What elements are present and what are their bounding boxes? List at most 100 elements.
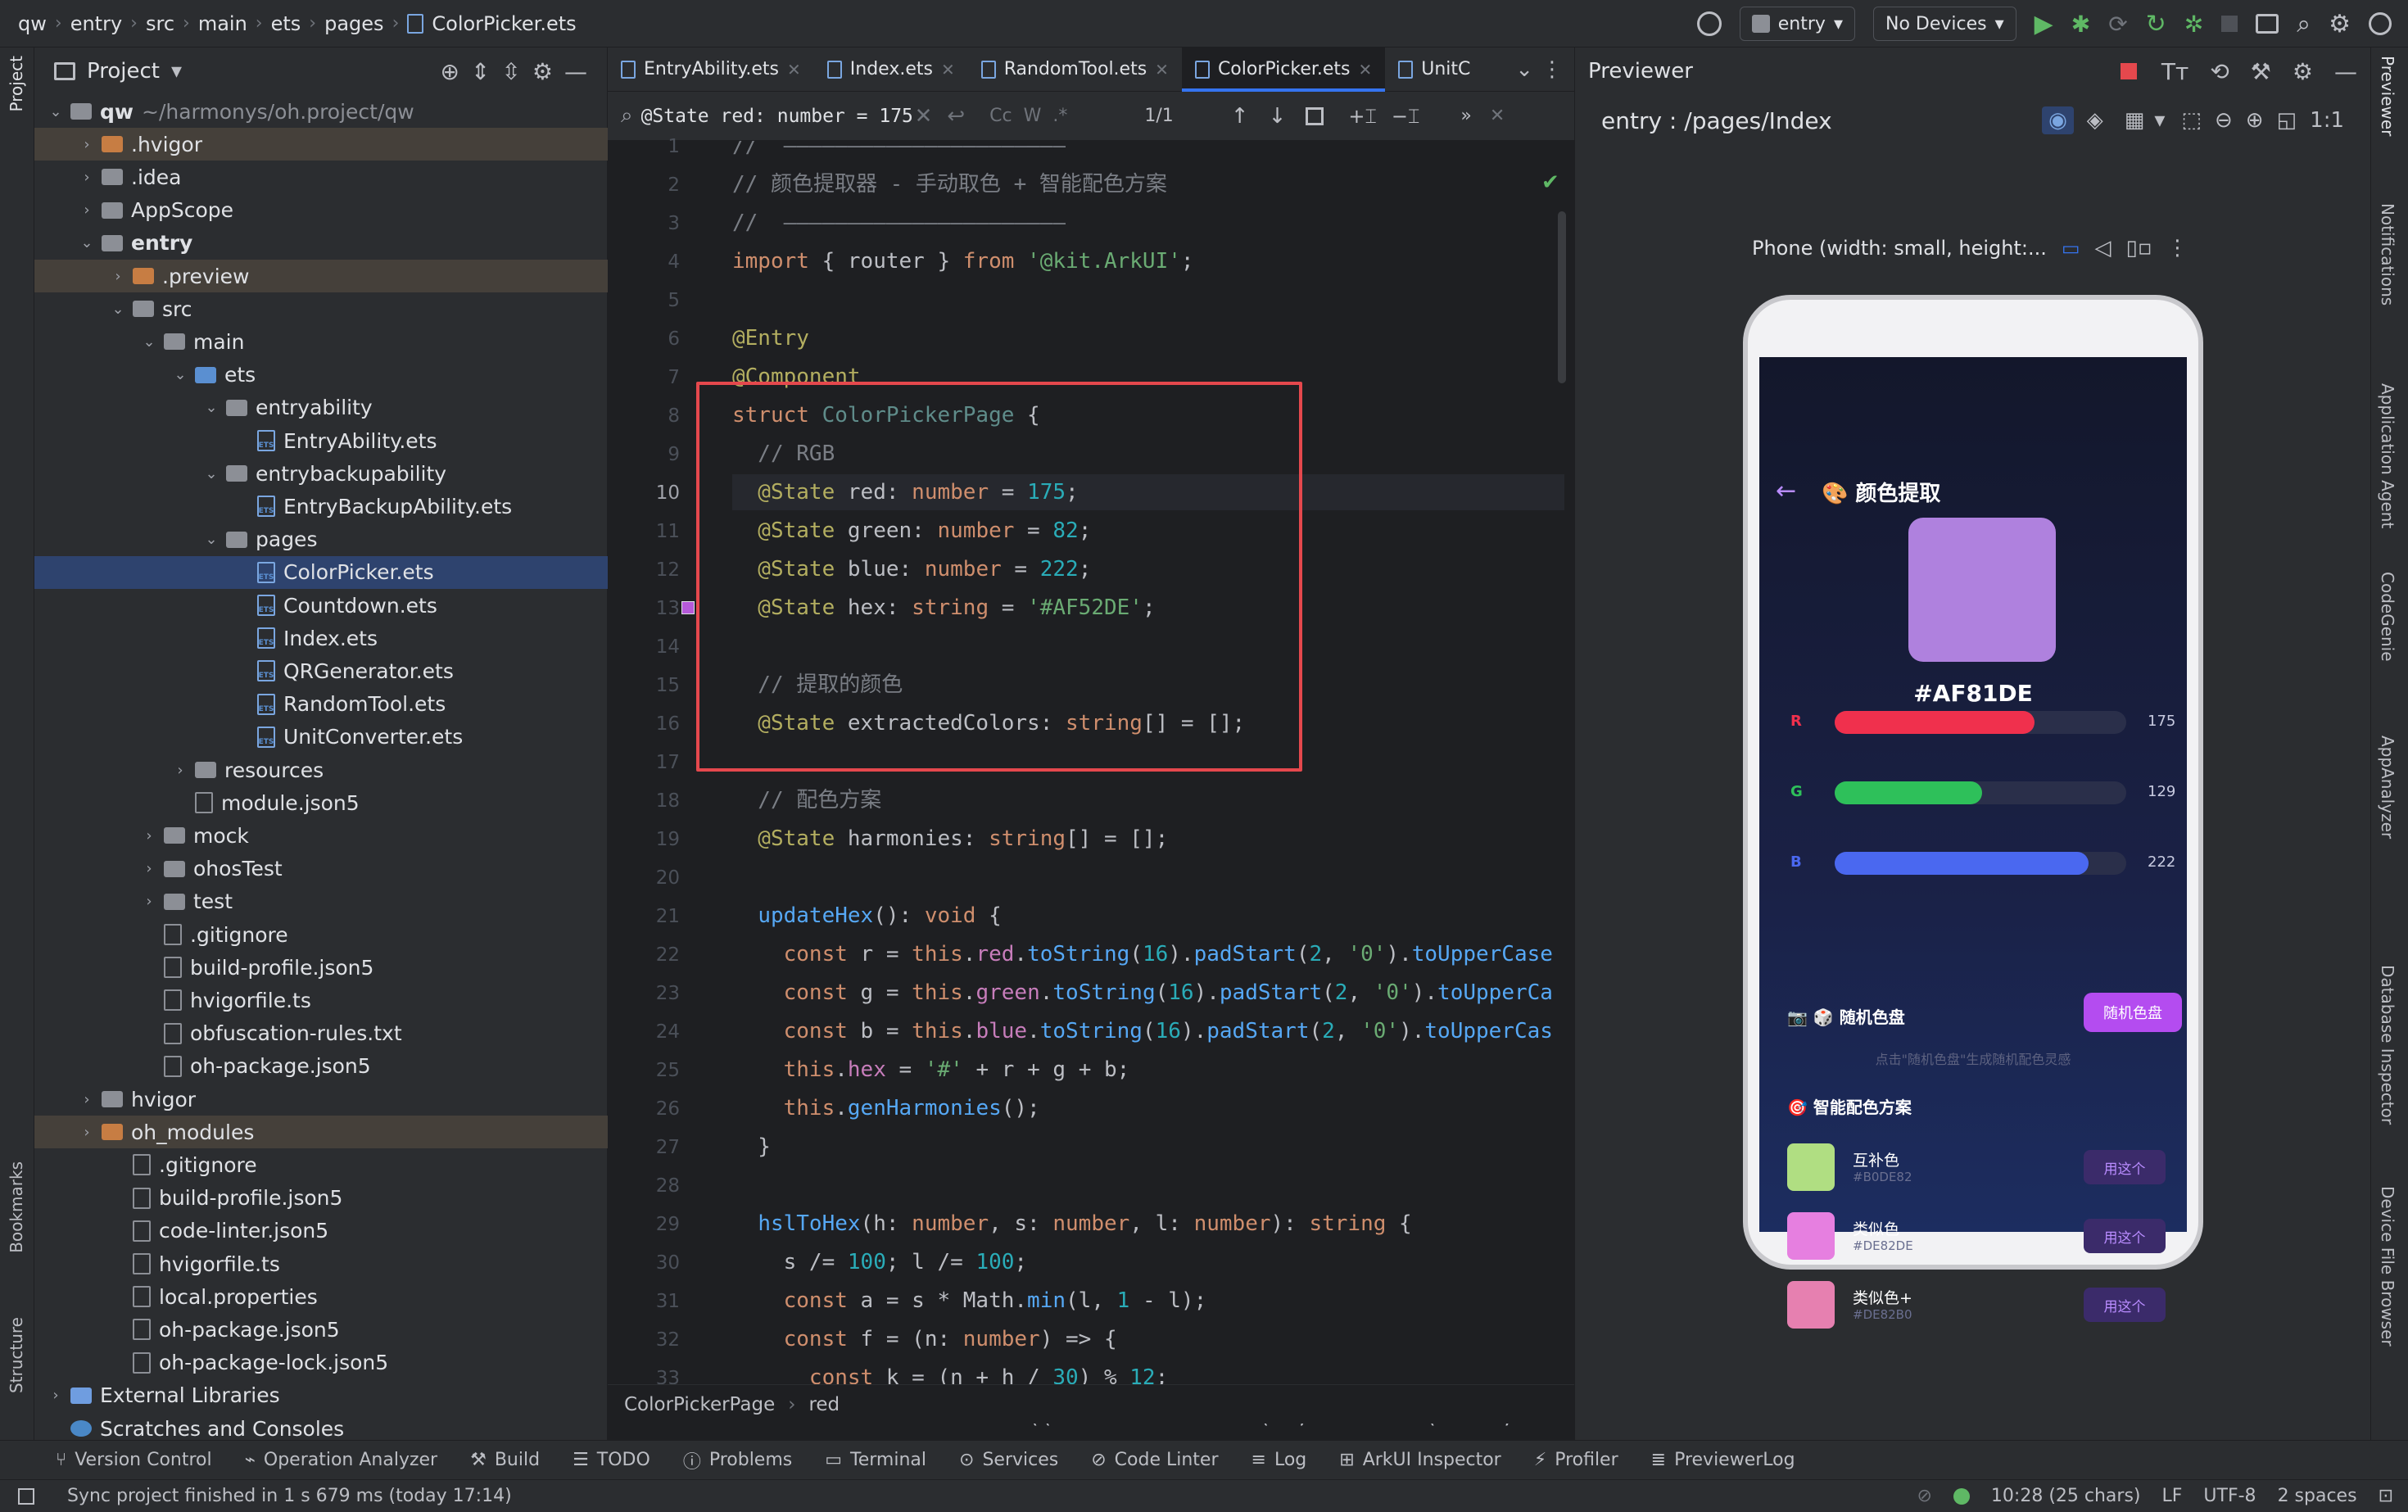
chevron-down-icon[interactable]: ⌄ — [139, 333, 159, 351]
file-encoding[interactable]: UTF-8 — [2203, 1486, 2256, 1506]
chevron-down-icon[interactable]: ⌄ — [201, 465, 221, 482]
multi-device-icon[interactable]: ▯▫ — [2126, 236, 2152, 260]
chevron-down-icon[interactable]: ⌄ — [170, 366, 190, 383]
zoom-out-icon[interactable]: ⊖ — [2215, 108, 2233, 133]
project-panel-title[interactable]: Project — [87, 59, 160, 84]
line-separator[interactable]: LF — [2162, 1486, 2183, 1506]
tree-item[interactable]: › hvigor — [34, 1083, 608, 1116]
chevron-right-icon[interactable]: › — [77, 169, 97, 186]
clear-icon[interactable]: ✕ — [915, 104, 933, 129]
add-occurrence-icon[interactable]: +⌶ — [1348, 105, 1377, 128]
tree-item[interactable]: ⌄ main — [34, 325, 608, 358]
chevron-down-icon[interactable]: ⌄ — [77, 234, 97, 251]
tree-item[interactable]: ETS Index.ets — [34, 622, 608, 654]
tree-item[interactable]: ETS QRGenerator.ets — [34, 654, 608, 687]
application-agent-tool-button[interactable]: Application Agent — [2378, 383, 2397, 528]
tree-item[interactable]: obfuscation-rules.txt — [34, 1017, 608, 1050]
chevron-down-icon[interactable]: ▾ — [2154, 108, 2165, 133]
database-inspector-tool-button[interactable]: Database Inspector — [2378, 965, 2397, 1125]
tree-item[interactable]: ETS EntryAbility.ets — [34, 424, 608, 457]
remove-occurrence-icon[interactable]: −⌶ — [1392, 105, 1420, 128]
tree-item[interactable]: ETS Countdown.ets — [34, 589, 608, 622]
bottom-tool-button[interactable]: ⚡ Profiler — [1534, 1450, 1618, 1470]
chevron-down-icon[interactable]: ⌄ — [201, 399, 221, 416]
tree-item[interactable]: .gitignore — [34, 1148, 608, 1181]
structure-tool-button[interactable]: Structure — [7, 1317, 26, 1393]
code-line[interactable]: // —————————————————————— — [732, 141, 1066, 164]
select-all-icon[interactable] — [1306, 106, 1324, 125]
chevron-right-icon[interactable]: › — [77, 1091, 97, 1108]
profile-icon[interactable]: ✲ — [2184, 11, 2203, 38]
target-icon[interactable] — [1696, 11, 1722, 36]
bottom-tool-button[interactable]: ≡ Log — [1252, 1450, 1307, 1470]
code-line[interactable]: // 颜色提取器 - 手动取色 + 智能配色方案 — [732, 166, 1167, 202]
tree-item[interactable]: ⌄ ets — [34, 359, 608, 392]
breadcrumb-item[interactable]: ColorPicker.ets — [432, 12, 576, 35]
eye-icon[interactable]: ◉ — [2042, 106, 2074, 134]
project-tool-button[interactable]: Project — [7, 56, 26, 111]
tree-item[interactable]: ⌄ entryability — [34, 392, 608, 424]
tree-item[interactable]: › test — [34, 885, 608, 918]
bottom-tool-button[interactable]: ▭ Terminal — [825, 1450, 926, 1470]
device-file-browser-tool-button[interactable]: Device File Browser — [2378, 1186, 2397, 1347]
one-to-one-icon[interactable]: 1:1 — [2310, 108, 2344, 133]
stop-icon[interactable] — [2221, 16, 2238, 32]
regex-icon[interactable]: .* — [1052, 106, 1067, 126]
chevron-right-icon[interactable]: › — [46, 1387, 66, 1404]
more-icon[interactable]: » — [1460, 106, 1471, 126]
tree-item[interactable]: ⌄ src — [34, 292, 608, 325]
chevron-right-icon[interactable]: › — [77, 201, 97, 219]
editor-scrollbar[interactable] — [1558, 211, 1566, 383]
layers-icon[interactable]: ◈ — [2087, 108, 2103, 133]
tree-item[interactable]: ⌄ entry — [34, 227, 608, 260]
chevron-right-icon[interactable]: › — [139, 827, 159, 844]
tree-item[interactable]: ETS ColorPicker.ets — [34, 555, 608, 589]
tree-item[interactable]: › .hvigor — [34, 128, 608, 161]
breadcrumb-item[interactable]: src — [146, 12, 174, 35]
gear-icon[interactable]: ⚙ — [2329, 10, 2351, 38]
more-vertical-icon[interactable]: ⋮ — [1541, 57, 1563, 82]
search-icon[interactable]: ⌕ — [2297, 10, 2311, 38]
code-line[interactable]: // 配色方案 — [732, 782, 881, 818]
debug-icon[interactable]: ✱ — [2071, 11, 2090, 38]
code-line[interactable]: const r = this.red.toString(16).padStart… — [732, 936, 1553, 972]
breadcrumb-item[interactable]: pages — [324, 12, 383, 35]
tree-item[interactable]: › oh_modules — [34, 1116, 608, 1149]
font-size-icon[interactable]: Tт — [2161, 58, 2188, 85]
tree-item[interactable]: › resources — [34, 754, 608, 786]
code-line[interactable]: const a = s * Math.min(l, 1 - l); — [732, 1283, 1207, 1319]
fit-icon[interactable]: ⬚ — [2181, 108, 2202, 133]
tree-item[interactable]: ETS UnitConverter.ets — [34, 721, 608, 754]
bottom-tool-button[interactable]: ≣ PreviewerLog — [1651, 1450, 1795, 1470]
close-tab-icon[interactable]: ✕ — [1155, 60, 1169, 79]
code-line[interactable]: s /= 100; l /= 100; — [732, 1244, 1027, 1280]
chevron-down-icon[interactable]: ⌄ — [201, 531, 221, 548]
chevron-right-icon[interactable]: › — [139, 860, 159, 877]
editor-tab[interactable]: ColorPicker.ets ✕ — [1181, 47, 1386, 92]
close-icon[interactable]: ✕ — [1490, 106, 1505, 126]
collapse-all-icon[interactable]: ⇳ — [501, 58, 520, 85]
editor-tab[interactable]: RandomTool.ets ✕ — [968, 48, 1182, 92]
chevron-right-icon[interactable]: › — [108, 268, 128, 285]
tree-item[interactable]: build-profile.json5 — [34, 951, 608, 984]
chevron-right-icon[interactable]: › — [77, 1124, 97, 1141]
more-vertical-icon[interactable]: ⋮ — [2166, 236, 2188, 260]
find-input[interactable]: @State red: number = 175; — [641, 106, 912, 127]
tabs-overflow-icon[interactable]: ⌄ — [1515, 57, 1533, 82]
appanalyzer-tool-button[interactable]: AppAnalyzer — [2378, 736, 2397, 839]
bottom-tool-button[interactable]: ⊙ Services — [959, 1450, 1058, 1470]
code-line[interactable]: @Entry — [732, 320, 809, 356]
inspector-icon[interactable]: ⚒ — [2251, 58, 2271, 85]
chevron-right-icon[interactable]: › — [170, 762, 190, 779]
breadcrumb-item[interactable]: main — [198, 12, 247, 35]
tree-item[interactable]: code-linter.json5 — [34, 1215, 608, 1247]
tree-item[interactable]: › .idea — [34, 161, 608, 193]
breadcrumb-struct[interactable]: ColorPickerPage — [624, 1394, 775, 1415]
codegenie-tool-button[interactable]: CodeGenie — [2378, 572, 2397, 662]
bottom-tool-button[interactable]: ⚒ Build — [470, 1450, 540, 1470]
use-harmony-button[interactable]: 用这个 — [2084, 1150, 2166, 1184]
tree-item[interactable]: › .preview — [34, 260, 608, 292]
user-icon[interactable] — [2369, 12, 2392, 35]
bottom-tool-button[interactable]: ⌁ Operation Analyzer — [245, 1450, 437, 1470]
breadcrumb-field[interactable]: red — [808, 1394, 840, 1415]
